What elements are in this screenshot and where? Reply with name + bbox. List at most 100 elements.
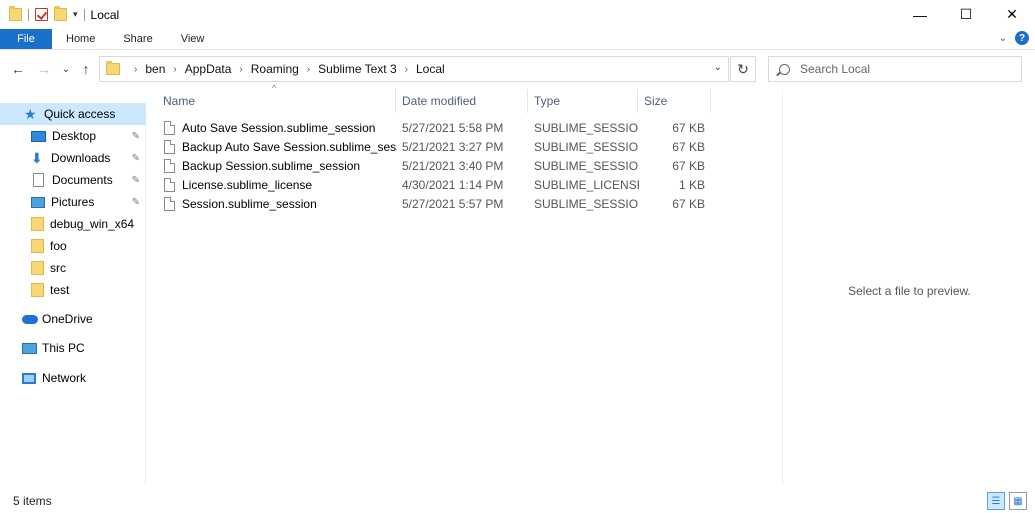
column-divider[interactable] <box>637 89 638 113</box>
sidebar-item-desktop[interactable]: Desktop ✎ <box>0 125 146 147</box>
large-icons-view-button[interactable]: ▦ <box>1009 492 1027 510</box>
sidebar-item-network[interactable]: Network <box>0 367 146 389</box>
sidebar-item-label: debug_win_x64 <box>50 217 135 231</box>
sidebar-item-label: src <box>50 261 66 275</box>
file-type: SUBLIME_SESSION... <box>534 120 639 135</box>
download-arrow-icon: ⬇ <box>31 150 43 166</box>
file-name: Backup Auto Save Session.sublime_session <box>182 139 397 154</box>
sidebar-item-quick-access[interactable]: ★ Quick access <box>0 103 146 125</box>
back-button[interactable]: ← <box>8 55 28 83</box>
preview-message: Select a file to preview. <box>848 284 971 298</box>
forward-button[interactable]: → <box>34 55 54 83</box>
sidebar-item-pictures[interactable]: Pictures ✎ <box>0 191 146 213</box>
expand-ribbon-chevron-icon[interactable]: ⌄ <box>999 33 1007 44</box>
sidebar-item-documents[interactable]: Documents ✎ <box>0 169 146 191</box>
sidebar-item-label: Quick access <box>44 107 116 121</box>
sidebar-item-label: Downloads <box>51 151 111 165</box>
file-icon <box>164 139 175 154</box>
sidebar-item-label: Desktop <box>52 129 97 143</box>
file-row[interactable]: Auto Save Session.sublime_session 5/27/2… <box>164 118 724 137</box>
column-divider[interactable] <box>395 89 396 113</box>
breadcrumb-separator-icon[interactable]: › <box>173 64 176 75</box>
ribbon-tabs: File Home Share View ⌄ ? <box>0 29 1035 50</box>
new-folder-icon[interactable] <box>54 6 67 21</box>
sidebar-item-downloads[interactable]: ⬇ Downloads ✎ <box>0 147 146 169</box>
search-box[interactable] <box>768 56 1022 82</box>
file-size: 67 KB <box>672 120 705 135</box>
properties-icon[interactable] <box>35 8 48 21</box>
file-date: 5/27/2021 5:57 PM <box>402 196 504 211</box>
sidebar-item-this-pc[interactable]: This PC <box>0 337 146 359</box>
sidebar-item-label: This PC <box>42 341 85 355</box>
column-header-date-modified[interactable]: Date modified <box>402 89 527 113</box>
file-type: SUBLIME_SESSION... <box>534 158 639 173</box>
recent-locations-chevron-icon[interactable]: ⌄ <box>58 55 74 83</box>
close-button[interactable]: ✕ <box>989 0 1035 29</box>
file-name: Backup Session.sublime_session <box>182 158 361 173</box>
pin-icon[interactable]: ✎ <box>132 131 140 142</box>
column-header-type[interactable]: Type <box>534 89 637 113</box>
up-button[interactable]: ↑ <box>76 55 96 83</box>
file-size: 67 KB <box>672 196 705 211</box>
tab-home[interactable]: Home <box>52 29 109 49</box>
tab-file[interactable]: File <box>0 29 52 49</box>
folder-icon <box>31 261 44 275</box>
star-icon: ★ <box>24 106 37 122</box>
window-title: Local <box>90 7 120 22</box>
pin-icon[interactable]: ✎ <box>132 197 140 208</box>
sidebar-item-test[interactable]: test <box>0 279 146 301</box>
breadcrumb-roaming[interactable]: Roaming <box>251 62 299 76</box>
ribbon-right-controls: ⌄ ? <box>999 31 1029 45</box>
window-controls: — ☐ ✕ <box>897 0 1035 29</box>
item-count: 5 items <box>13 494 52 508</box>
minimize-button[interactable]: — <box>897 0 943 29</box>
file-size: 67 KB <box>672 158 705 173</box>
address-dropdown-chevron-icon[interactable]: ⌄ <box>714 62 722 73</box>
file-date: 5/21/2021 3:27 PM <box>402 139 504 154</box>
pin-icon[interactable]: ✎ <box>132 153 140 164</box>
sidebar-item-debug-win-x64[interactable]: debug_win_x64 <box>0 213 146 235</box>
sidebar-item-src[interactable]: src <box>0 257 146 279</box>
folder-icon <box>9 6 22 21</box>
breadcrumb-appdata[interactable]: AppData <box>185 62 232 76</box>
file-row[interactable]: License.sublime_license 4/30/2021 1:14 P… <box>164 175 724 194</box>
refresh-button[interactable]: ↻ <box>730 56 756 82</box>
pin-icon[interactable]: ✎ <box>132 175 140 186</box>
file-icon <box>164 177 175 192</box>
column-divider[interactable] <box>710 89 711 113</box>
breadcrumb-local[interactable]: Local <box>416 62 445 76</box>
breadcrumb-sublime-text-3[interactable]: Sublime Text 3 <box>318 62 397 76</box>
file-row[interactable]: Backup Auto Save Session.sublime_session… <box>164 137 724 156</box>
search-icon <box>779 63 790 75</box>
sidebar-item-label: OneDrive <box>42 312 93 326</box>
column-header-name[interactable]: Name <box>163 89 395 113</box>
quick-access-toolbar: ▾ <box>0 6 85 21</box>
preview-pane: Select a file to preview. <box>782 89 1035 485</box>
details-view-button[interactable]: ☰ <box>987 492 1005 510</box>
file-row[interactable]: Session.sublime_session 5/27/2021 5:57 P… <box>164 194 724 213</box>
column-divider[interactable] <box>527 89 528 113</box>
navigation-bar: ← → ⌄ ↑ › ben › AppData › Roaming › Subl… <box>0 55 1035 83</box>
tab-view[interactable]: View <box>167 29 219 49</box>
breadcrumb-separator-icon[interactable]: › <box>134 64 137 75</box>
customize-toolbar-chevron-icon[interactable]: ▾ <box>73 9 78 20</box>
breadcrumb-separator-icon[interactable]: › <box>239 64 242 75</box>
breadcrumb-separator-icon[interactable]: › <box>405 64 408 75</box>
sidebar-item-label: Network <box>42 371 87 385</box>
breadcrumb-ben[interactable]: ben <box>145 62 165 76</box>
help-icon[interactable]: ? <box>1015 31 1029 45</box>
breadcrumb-separator-icon[interactable]: › <box>307 64 310 75</box>
file-icon <box>164 196 175 211</box>
status-bar: 5 items ☰ ▦ <box>0 489 1035 513</box>
file-name: License.sublime_license <box>182 177 313 192</box>
search-input[interactable] <box>800 62 1010 76</box>
file-row[interactable]: Backup Session.sublime_session 5/21/2021… <box>164 156 724 175</box>
document-icon <box>33 173 44 187</box>
file-date: 5/27/2021 5:58 PM <box>402 120 504 135</box>
maximize-button[interactable]: ☐ <box>943 0 989 29</box>
column-header-size[interactable]: Size <box>644 89 710 113</box>
sidebar-item-onedrive[interactable]: OneDrive <box>0 308 146 330</box>
address-bar[interactable]: › ben › AppData › Roaming › Sublime Text… <box>99 56 729 82</box>
tab-share[interactable]: Share <box>109 29 166 49</box>
sidebar-item-foo[interactable]: foo <box>0 235 146 257</box>
